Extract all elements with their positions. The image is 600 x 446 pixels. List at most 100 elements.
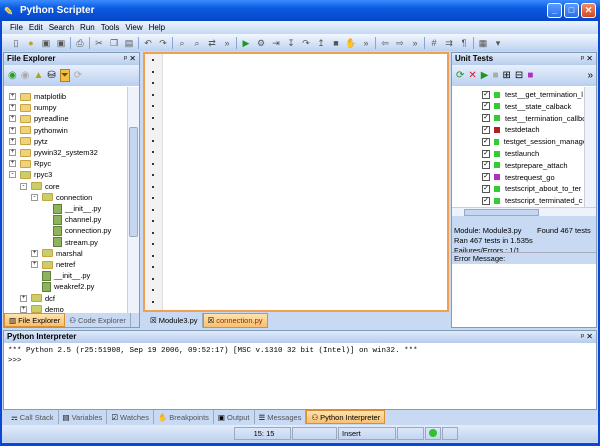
test-checkbox[interactable]: ✓ xyxy=(482,161,490,170)
test-checkbox[interactable]: ✓ xyxy=(482,184,490,193)
tab-call-stack[interactable]: ⚎ Call Stack xyxy=(7,410,59,424)
tree-node[interactable]: + numpy xyxy=(9,102,57,113)
menu-file[interactable]: File xyxy=(10,23,23,32)
forward-icon[interactable]: ⇨ xyxy=(394,37,406,49)
filter-icon[interactable]: ⏷ xyxy=(59,69,70,82)
undo-icon[interactable]: ↶ xyxy=(142,37,154,49)
refresh-icon[interactable]: ⟳ xyxy=(456,70,464,81)
scroll-thumb[interactable] xyxy=(464,209,539,216)
tree-node[interactable]: + marshal xyxy=(31,248,83,259)
overflow-icon[interactable]: » xyxy=(587,70,593,81)
find-next-icon[interactable]: ⌕ xyxy=(191,37,203,49)
layout-icon[interactable]: ▦ xyxy=(477,37,489,49)
expand-toggle[interactable]: + xyxy=(9,93,16,100)
menu-edit[interactable]: Edit xyxy=(29,23,43,32)
expand-toggle[interactable]: - xyxy=(9,171,16,179)
step-icon[interactable]: ⇥ xyxy=(270,37,282,49)
refresh-icon[interactable]: ⟳ xyxy=(74,70,82,81)
expand-toggle[interactable]: + xyxy=(20,305,27,313)
tree-node[interactable]: + pythonwin xyxy=(9,125,68,136)
back-icon[interactable]: ◉ xyxy=(8,70,17,81)
save-icon[interactable]: ▣ xyxy=(40,37,52,49)
test-item[interactable]: ✓ test__termination_callbc xyxy=(482,113,586,124)
cut-icon[interactable]: ✂ xyxy=(93,37,105,49)
tab-variables[interactable]: ▤ Variables xyxy=(59,410,108,424)
expand-toggle[interactable]: + xyxy=(9,126,16,134)
redo-icon[interactable]: ↷ xyxy=(157,37,169,49)
tree-node[interactable]: - connection xyxy=(31,192,92,203)
expand-toggle[interactable]: + xyxy=(9,115,16,123)
tree-node[interactable]: connection.py xyxy=(42,225,111,236)
test-item[interactable]: ✓ testdetach xyxy=(482,124,586,135)
pin-close-buttons[interactable]: ᵖ ✕ xyxy=(581,331,593,343)
overflow-icon[interactable]: » xyxy=(360,37,372,49)
test-checkbox[interactable]: ✓ xyxy=(482,137,490,146)
expand-toggle[interactable]: + xyxy=(20,294,27,302)
test-item[interactable]: ✓ testscript_terminated_c xyxy=(482,195,586,206)
close-button[interactable]: ✕ xyxy=(581,3,596,18)
tree-node[interactable]: + matplotlib xyxy=(9,91,66,102)
layout-menu-icon[interactable]: ▾ xyxy=(492,37,504,49)
comment-icon[interactable]: # xyxy=(428,37,440,49)
scroll-thumb[interactable] xyxy=(129,127,138,237)
overflow-icon[interactable]: » xyxy=(409,37,421,49)
test-checkbox[interactable]: ✓ xyxy=(482,102,490,111)
test-item[interactable]: ✓ test__get_termination_l xyxy=(482,89,586,100)
test-item[interactable]: ✓ testget_session_manage xyxy=(482,136,586,147)
tree-node[interactable]: + pywin32_system32 xyxy=(9,147,98,158)
tree-node[interactable]: + demo xyxy=(20,304,64,313)
tab-connection[interactable]: ☒ connection.py xyxy=(202,313,268,328)
replace-icon[interactable]: ⇄ xyxy=(206,37,218,49)
expand-toggle[interactable]: - xyxy=(31,193,38,201)
test-item[interactable]: ✓ testscript_about_to_ter xyxy=(482,183,586,194)
tree-node[interactable]: + dcf xyxy=(20,293,55,304)
new-file-icon[interactable]: ▯ xyxy=(10,37,22,49)
test-checkbox[interactable]: ✓ xyxy=(482,196,490,205)
menu-search[interactable]: Search xyxy=(49,23,74,32)
expand-toggle[interactable]: + xyxy=(31,249,38,257)
menu-view[interactable]: View xyxy=(125,23,142,32)
expand-toggle[interactable]: + xyxy=(9,160,16,168)
stop-icon[interactable]: ■ xyxy=(330,37,342,49)
find-icon[interactable]: ⌕ xyxy=(176,37,188,49)
tree-node[interactable]: - core xyxy=(20,181,60,192)
close-tab-icon[interactable]: ☒ xyxy=(150,316,157,325)
pin-close-buttons[interactable]: ᵖ ✕ xyxy=(581,53,593,65)
browse-icon[interactable]: ⛁ xyxy=(47,70,55,81)
test-checkbox[interactable]: ✓ xyxy=(482,173,490,182)
test-checkbox[interactable]: ✓ xyxy=(482,90,490,99)
deselect-all-icon[interactable]: ⊟ xyxy=(515,70,523,81)
minimize-button[interactable]: _ xyxy=(547,3,562,18)
save-all-icon[interactable]: ▣ xyxy=(55,37,67,49)
tab-watches[interactable]: ☑ Watches xyxy=(107,410,154,424)
test-checkbox[interactable]: ✓ xyxy=(482,125,490,134)
copy-icon[interactable]: ❐ xyxy=(108,37,120,49)
paragraph-icon[interactable]: ¶ xyxy=(458,37,470,49)
overflow-icon[interactable]: » xyxy=(221,37,233,49)
tree-node[interactable]: + Rpyc xyxy=(9,158,51,169)
test-item[interactable]: ✓ testlaunch xyxy=(482,148,586,159)
tree-node[interactable]: __init__.py xyxy=(42,203,101,214)
tree-node[interactable]: __init__.py xyxy=(31,270,90,281)
clear-icon[interactable]: ✕ xyxy=(468,70,476,81)
forward-icon[interactable]: ◉ xyxy=(21,70,30,81)
tree-node[interactable]: + pyreadline xyxy=(9,113,69,124)
maximize-button[interactable]: □ xyxy=(564,3,579,18)
tab-breakpoints[interactable]: ✋ Breakpoints xyxy=(154,410,214,424)
breakpoint-icon[interactable]: ✋ xyxy=(345,37,357,49)
tree-node[interactable]: + netref xyxy=(31,259,75,270)
tree-node[interactable]: - rpyc3 xyxy=(9,169,52,180)
menu-run[interactable]: Run xyxy=(80,23,95,32)
indent-icon[interactable]: ⇉ xyxy=(443,37,455,49)
expand-toggle[interactable]: + xyxy=(9,149,16,156)
tree-node[interactable]: stream.py xyxy=(42,237,98,248)
tree-node[interactable]: weakref2.py xyxy=(31,281,94,292)
tree-node[interactable]: + pytz xyxy=(9,136,48,147)
interpreter-output[interactable]: *** Python 2.5 (r25:51908, Sep 19 2006, … xyxy=(4,343,596,369)
run-tests-icon[interactable]: ▶ xyxy=(481,70,489,81)
step-into-icon[interactable]: ↧ xyxy=(285,37,297,49)
open-icon[interactable]: ● xyxy=(25,37,37,49)
menu-tools[interactable]: Tools xyxy=(101,23,120,32)
select-failed-icon[interactable]: ■ xyxy=(527,70,533,81)
up-folder-icon[interactable]: ▲ xyxy=(33,70,43,81)
